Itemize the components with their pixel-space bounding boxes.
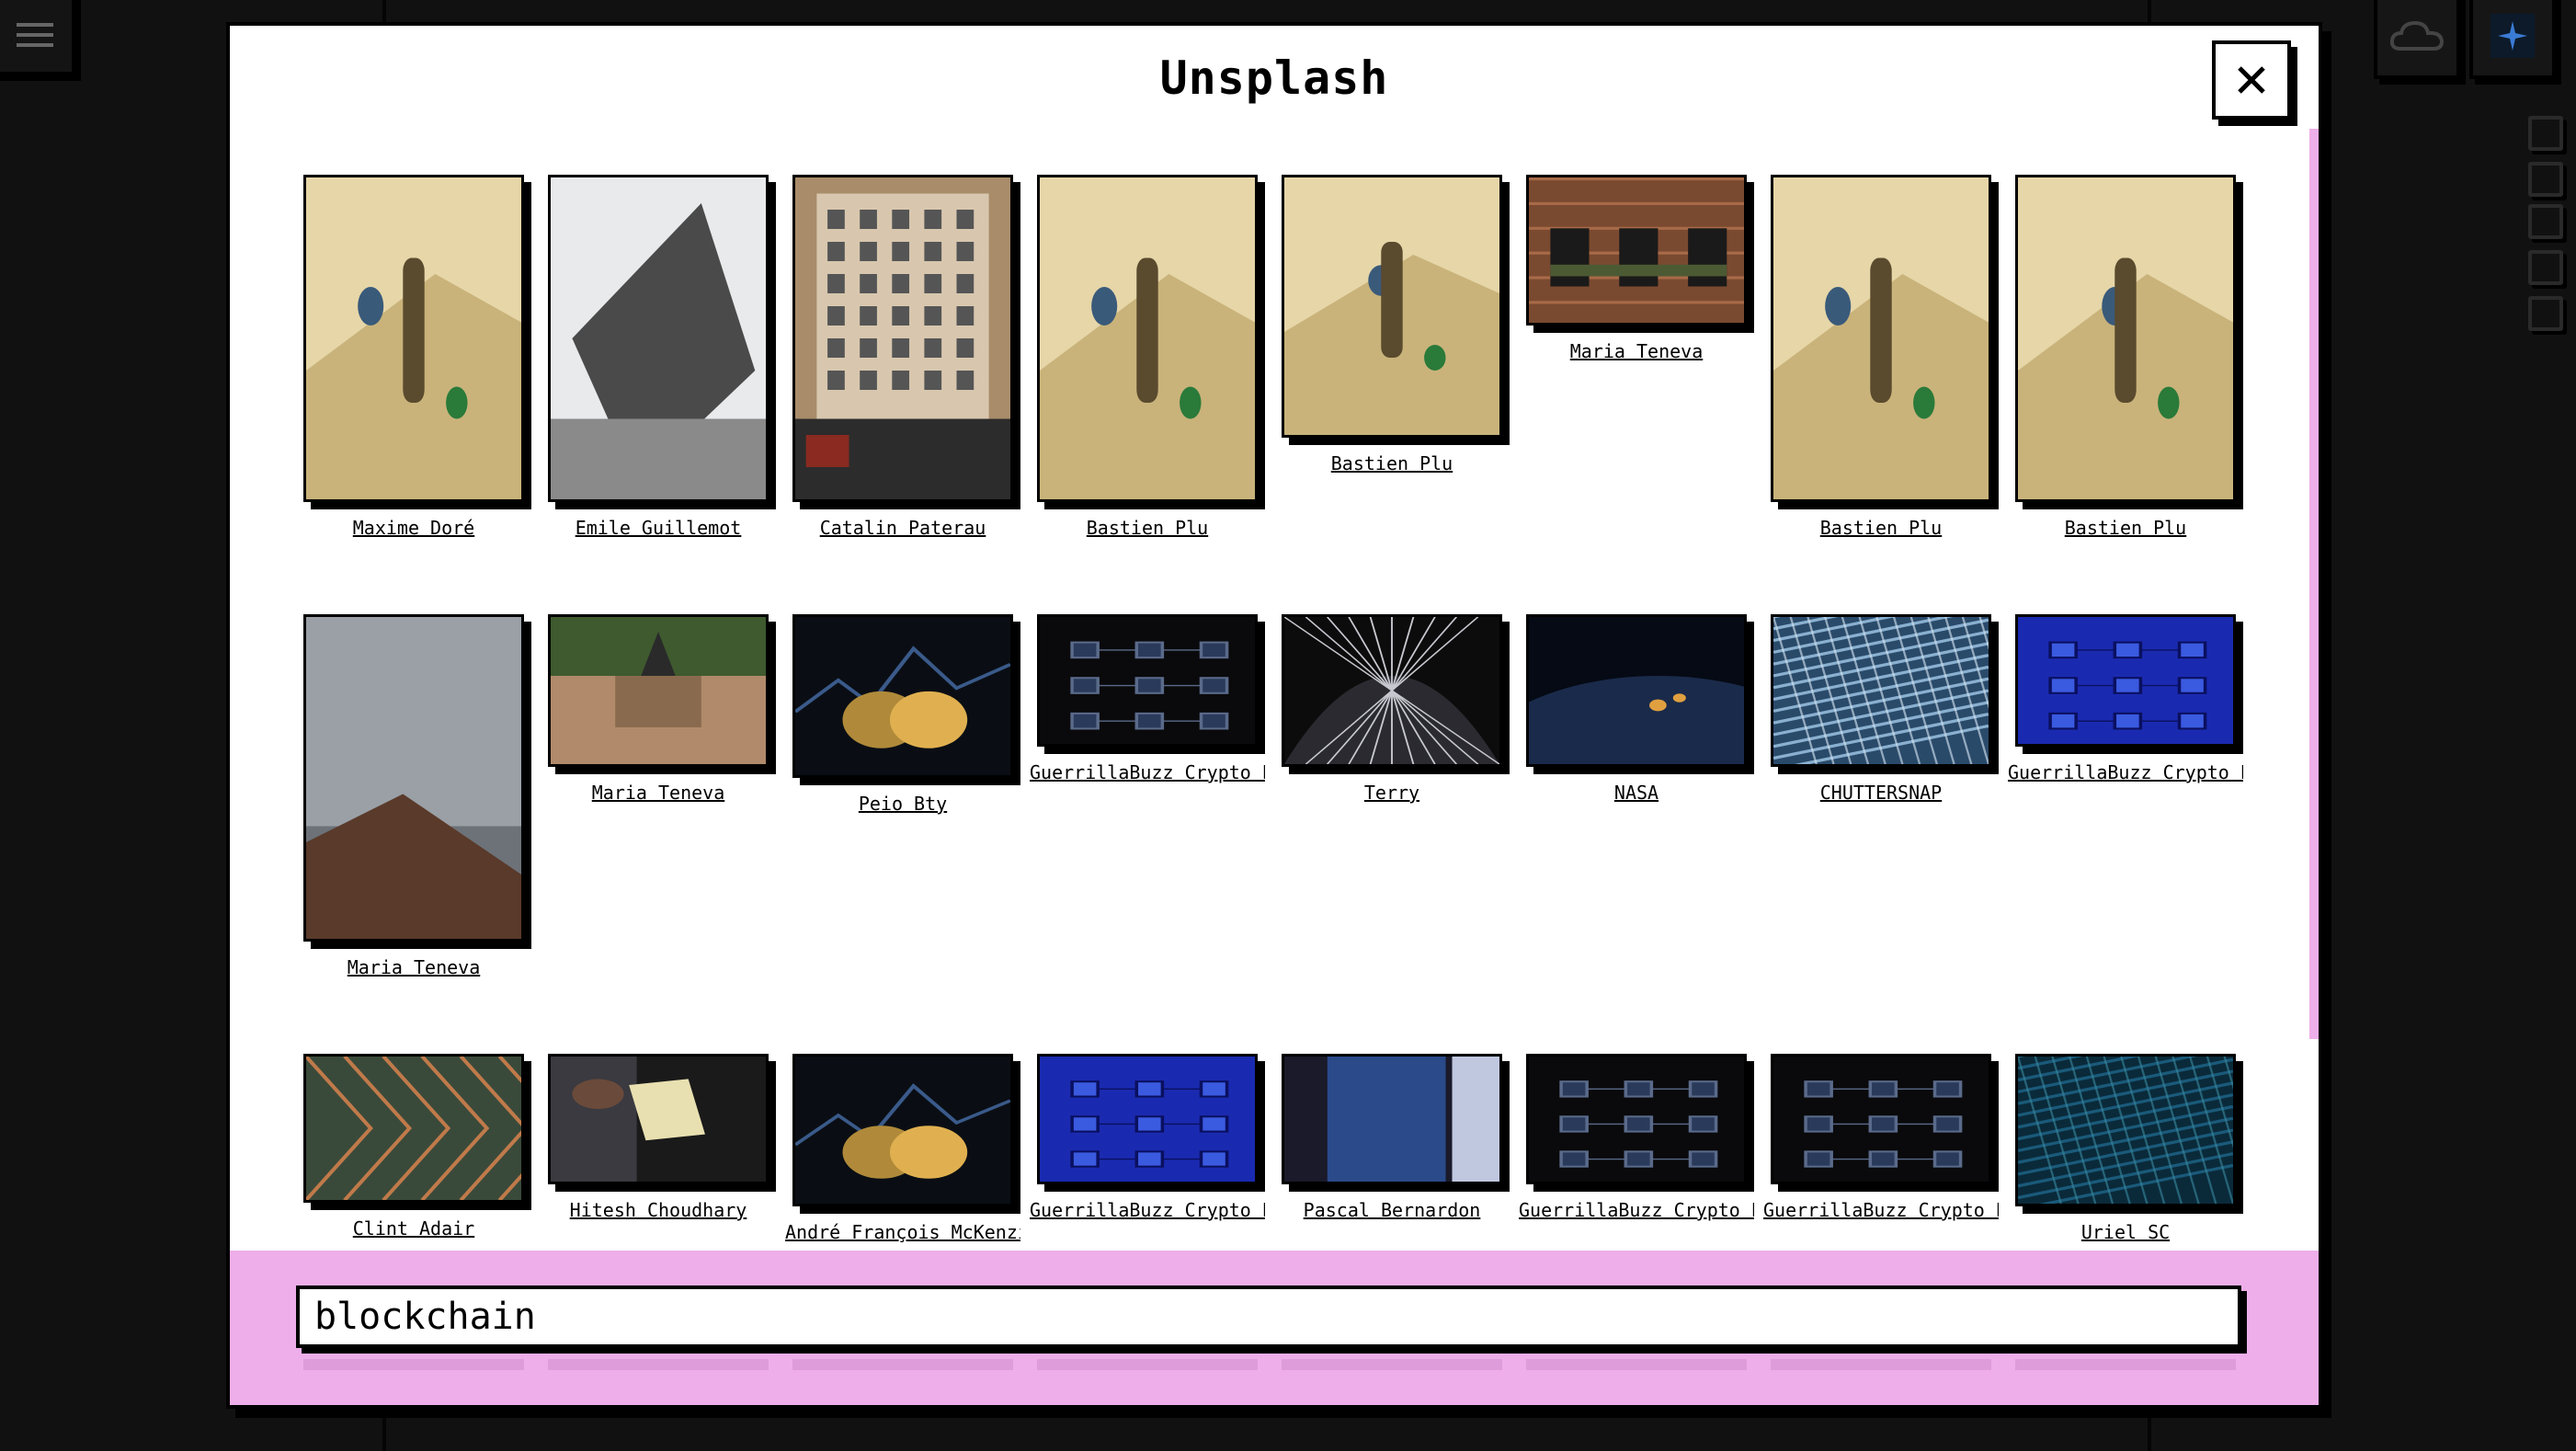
photo-credit-link[interactable]: GuerrillaBuzz Crypto PR (1030, 1199, 1265, 1221)
side-checkbox-4[interactable] (2528, 250, 2563, 285)
photo-credit-link[interactable]: Peio Bty (785, 793, 1020, 815)
peek-thumb (792, 1359, 1013, 1370)
photo-credit-link[interactable]: GuerrillaBuzz Crypto PR (1763, 1199, 1999, 1221)
photo-credit-link[interactable]: Clint Adair (296, 1217, 531, 1240)
search-footer (230, 1251, 2319, 1405)
earth-photo[interactable] (1526, 614, 1747, 767)
cubes-photo[interactable] (2015, 614, 2236, 747)
peek-thumb (1526, 1359, 1747, 1370)
photo-credit-link[interactable]: Uriel SC (2008, 1221, 2243, 1243)
photo-credit-link[interactable]: Pascal Bernardon (1274, 1199, 1510, 1221)
photo-credit-link[interactable]: GuerrillaBuzz Crypto PR (1519, 1199, 1754, 1221)
sparkle-icon (2491, 14, 2535, 58)
photo-credit-link[interactable]: Emile Guillemot (541, 517, 776, 539)
person-photo[interactable] (548, 1054, 769, 1184)
peek-thumb (2015, 1359, 2236, 1370)
peek-thumb (1771, 1359, 1991, 1370)
modal-title: Unsplash (1159, 51, 1389, 105)
cloud-icon (2389, 20, 2445, 51)
rock-photo[interactable] (548, 175, 769, 502)
hamburger-icon (17, 23, 53, 47)
side-checkbox-5[interactable] (2528, 296, 2563, 331)
peek-thumb (1282, 1359, 1502, 1370)
bitcoin-photo[interactable] (792, 614, 1013, 778)
climbing-photo[interactable] (1771, 175, 1991, 502)
photo-credit-link[interactable]: GuerrillaBuzz Crypto PR (1030, 761, 1265, 783)
wires-photo[interactable] (303, 1054, 524, 1203)
photo-credit-link[interactable]: Maria Teneva (541, 782, 776, 804)
climbing-photo[interactable] (1282, 175, 1502, 438)
network-photo[interactable] (1526, 1054, 1747, 1184)
network-photo[interactable] (1037, 614, 1258, 747)
close-icon (2238, 66, 2265, 94)
photo-credit-link[interactable]: NASA (1519, 782, 1754, 804)
peek-thumb (548, 1359, 769, 1370)
photo-credit-link[interactable]: Bastien Plu (1030, 517, 1265, 539)
grid-photo[interactable] (1771, 614, 1991, 767)
menu-button[interactable] (0, 0, 75, 75)
peek-thumb (1037, 1359, 1258, 1370)
photo-credit-link[interactable]: Maria Teneva (296, 956, 531, 978)
photo-credit-link[interactable]: Catalin Paterau (785, 517, 1020, 539)
side-checkbox-1[interactable] (2528, 116, 2563, 151)
photo-credit-link[interactable]: GuerrillaBuzz Crypto PR (2008, 761, 2243, 783)
side-checkbox-2[interactable] (2528, 162, 2563, 197)
street-photo[interactable] (792, 175, 1013, 502)
photo-credit-link[interactable]: Hitesh Choudhary (541, 1199, 776, 1221)
unsplash-modal: Unsplash Maxime Doré Emile Guillemot Catal… (226, 22, 2322, 1409)
photo-credit-link[interactable]: André François McKenzie (785, 1221, 1020, 1243)
climbing-photo[interactable] (2015, 175, 2236, 502)
photo-credit-link[interactable]: Terry (1274, 782, 1510, 804)
cloud-button[interactable] (2374, 0, 2460, 79)
photo-credit-link[interactable]: Bastien Plu (1763, 517, 1999, 539)
church-photo[interactable] (548, 614, 769, 767)
photo-credit-link[interactable]: Bastien Plu (1274, 452, 1510, 474)
bitcoin-photo[interactable] (792, 1054, 1013, 1206)
close-button[interactable] (2212, 40, 2291, 120)
photo-credit-link[interactable]: Maria Teneva (1519, 340, 1754, 362)
settings-button[interactable] (2469, 0, 2556, 79)
photo-grid-scroll[interactable]: Maxime Doré Emile Guillemot Catalin Patera… (230, 142, 2306, 1273)
nasdaq-photo[interactable] (1282, 1054, 1502, 1184)
search-input[interactable] (296, 1285, 2241, 1348)
network-photo[interactable] (1771, 1054, 1991, 1184)
peek-thumb (303, 1359, 524, 1370)
climbing-photo[interactable] (1037, 175, 1258, 502)
wall-photo[interactable] (1526, 175, 1747, 326)
climbing-photo[interactable] (303, 175, 524, 502)
photo-credit-link[interactable]: Bastien Plu (2008, 517, 2243, 539)
side-checkbox-3[interactable] (2528, 204, 2563, 239)
sky-photo[interactable] (303, 614, 524, 942)
scrollbar[interactable] (2309, 129, 2319, 1039)
mesh-photo[interactable] (2015, 1054, 2236, 1206)
dome-photo[interactable] (1282, 614, 1502, 767)
photo-credit-link[interactable]: Maxime Doré (296, 517, 531, 539)
cubes-photo[interactable] (1037, 1054, 1258, 1184)
photo-credit-link[interactable]: CHUTTERSNAP (1763, 782, 1999, 804)
